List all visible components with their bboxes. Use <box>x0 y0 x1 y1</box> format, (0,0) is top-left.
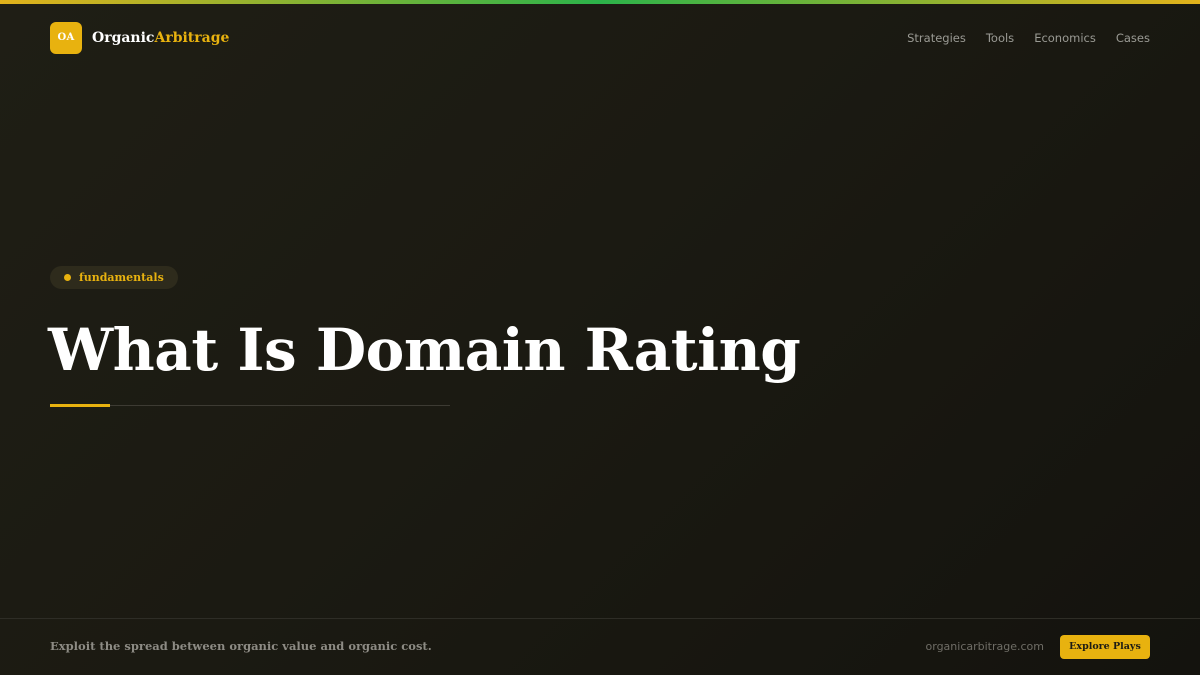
logo-badge[interactable]: OA <box>50 22 82 54</box>
title-underline-accent <box>50 404 110 407</box>
nav-link-cases[interactable]: Cases <box>1116 31 1150 45</box>
category-tag-label: fundamentals <box>79 271 164 284</box>
brand-name-accent: Arbitrage <box>154 30 230 46</box>
tag-dot-icon <box>64 274 71 281</box>
nav-link-economics[interactable]: Economics <box>1034 31 1096 45</box>
top-accent-bar <box>0 0 1200 4</box>
category-tag: fundamentals <box>50 266 178 289</box>
explore-plays-button[interactable]: Explore Plays <box>1060 635 1150 659</box>
nav-link-tools[interactable]: Tools <box>986 31 1014 45</box>
site-footer: Exploit the spread between organic value… <box>0 618 1200 675</box>
brand-name[interactable]: OrganicArbitrage <box>92 22 229 54</box>
nav-link-strategies[interactable]: Strategies <box>907 31 966 45</box>
page-title: What Is Domain Rating <box>48 316 801 384</box>
footer-tagline: Exploit the spread between organic value… <box>50 639 432 653</box>
brand-name-primary: Organic <box>92 30 155 46</box>
title-underline-track <box>50 405 450 406</box>
footer-domain[interactable]: organicarbitrage.com <box>926 640 1044 653</box>
site-header: OA OrganicArbitrage Strategies Tools Eco… <box>50 22 1150 54</box>
main-nav: Strategies Tools Economics Cases <box>907 22 1150 54</box>
